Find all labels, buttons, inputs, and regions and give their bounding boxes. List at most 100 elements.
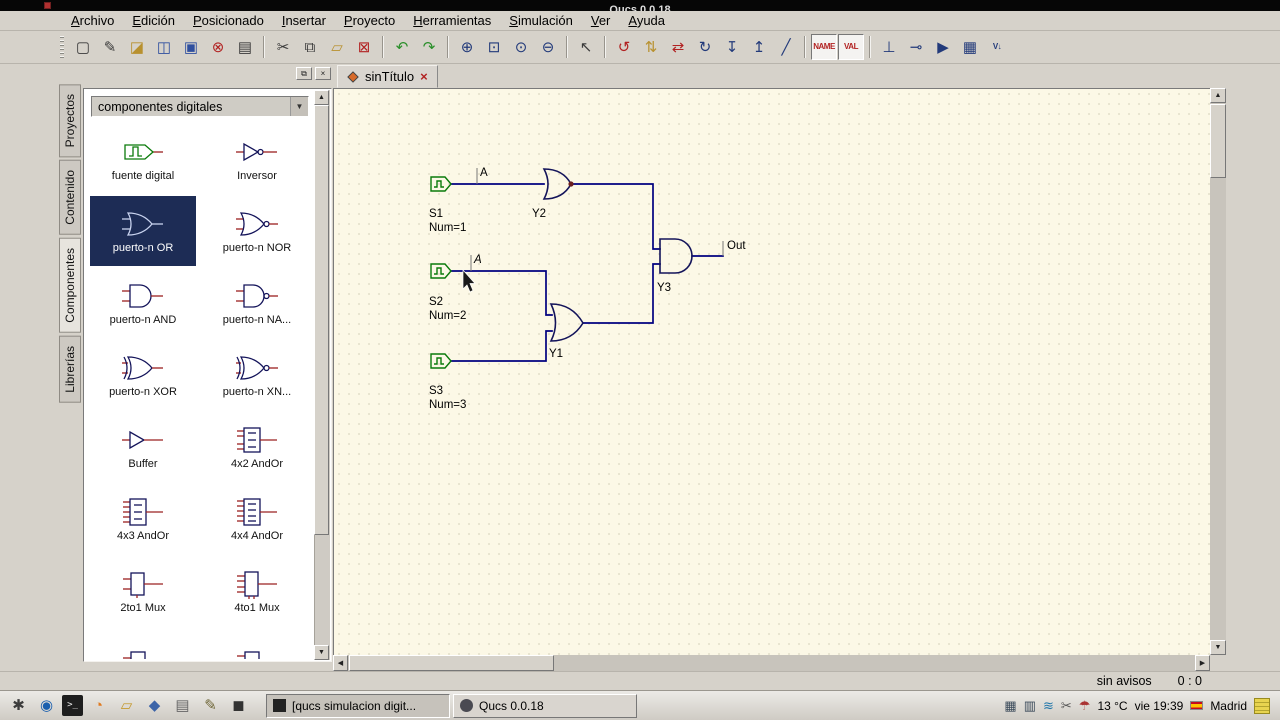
port-button[interactable]: ⊸ [903, 34, 929, 60]
palette-item-puerto-n-xnor[interactable]: puerto-n XN... [204, 340, 310, 410]
dock-float-icon[interactable]: ⧉ [296, 67, 312, 80]
cut-button[interactable]: ✂ [270, 34, 296, 60]
palette-item-puerto-n-nor[interactable]: puerto-n NOR [204, 196, 310, 266]
wires[interactable] [450, 183, 724, 362]
scroll-down-icon[interactable]: ▼ [1210, 640, 1226, 655]
digital-source-s3[interactable] [430, 353, 452, 369]
menu-posicionado[interactable]: Posicionado [184, 12, 273, 29]
digital-source-s1[interactable] [430, 176, 452, 192]
network-tray-icon[interactable]: ≋ [1043, 699, 1054, 712]
node-label-a1[interactable]: A [480, 167, 488, 179]
palette-item-puerto-n-and[interactable]: puerto-n AND [90, 268, 196, 338]
firefox-icon[interactable]: ◔ [86, 693, 111, 718]
gate-label-y2[interactable]: Y2 [532, 208, 546, 220]
print-button[interactable]: ▤ [232, 34, 258, 60]
display-settings-tray-icon[interactable]: ▥ [1024, 699, 1036, 712]
save-button[interactable]: ◫ [151, 34, 177, 60]
scroll-up-icon[interactable]: ▲ [314, 90, 329, 105]
horizontal-scroll-thumb[interactable] [349, 655, 554, 671]
digital-source-s2[interactable] [430, 263, 452, 279]
weather-tray-icon[interactable]: ☂ [1079, 699, 1091, 712]
tab-librerias[interactable]: Librerías [59, 335, 81, 403]
palette-scroll-thumb[interactable] [314, 105, 329, 535]
delete-button[interactable]: ⊠ [351, 34, 377, 60]
palette-item-clipped[interactable] [204, 628, 310, 659]
menu-ver[interactable]: Ver [582, 12, 620, 29]
component-category-select[interactable]: componentes digitales ▼ [91, 96, 309, 117]
palette-item-4x4-andor[interactable]: 4x4 AndOr [204, 484, 310, 554]
source-name[interactable]: S2 [429, 296, 443, 308]
palette-item-4x3-andor[interactable]: 4x3 AndOr [90, 484, 196, 554]
palette-item-4to1-mux[interactable]: 4to1 Mux [204, 556, 310, 626]
undo-button[interactable]: ↶ [389, 34, 415, 60]
schematic-canvas[interactable]: A A Out S1 Num=1 S2 Num=2 S3 Num=3 Y2 Y1… [333, 88, 1210, 655]
node-label-a2[interactable]: A [473, 254, 482, 266]
gate-label-y3[interactable]: Y3 [657, 282, 671, 294]
tab-proyectos[interactable]: Proyectos [59, 84, 81, 158]
tab-contenido[interactable]: Contenido [59, 160, 81, 236]
palette-item-puerto-n-or[interactable]: puerto-n OR [90, 196, 196, 266]
simulate-button[interactable]: ▶ [930, 34, 956, 60]
clipboard-tray-icon[interactable]: ✂ [1061, 699, 1072, 712]
mirror-y-button[interactable]: ⇄ [665, 34, 691, 60]
zoom-out-button[interactable]: ⊖ [535, 34, 561, 60]
ground-button[interactable]: ⊥ [876, 34, 902, 60]
mirror-x-button[interactable]: ⇅ [638, 34, 664, 60]
new-document-button[interactable]: ▢ [70, 34, 96, 60]
zoom-window-button[interactable]: ⊡ [481, 34, 507, 60]
palette-item-buffer[interactable]: Buffer [90, 412, 196, 482]
vertical-scrollbar[interactable]: ▲ ▼ [1210, 88, 1226, 655]
gates[interactable] [542, 168, 693, 342]
k-menu-icon[interactable]: ✱ [6, 693, 31, 718]
palette-item-2to1-mux[interactable]: 2to1 Mux [90, 556, 196, 626]
close-file-button[interactable]: ⊗ [205, 34, 231, 60]
show-names-toggle[interactable]: NAME [811, 34, 837, 60]
palette-item-puerto-n-xor[interactable]: puerto-n XOR [90, 340, 196, 410]
zoom-actual-button[interactable]: ⊙ [508, 34, 534, 60]
probe-button[interactable]: V↓ [984, 34, 1010, 60]
scroll-up-icon[interactable]: ▲ [1210, 88, 1226, 103]
menu-archivo[interactable]: Archivo [62, 12, 123, 29]
open-file-button[interactable]: ◪ [124, 34, 150, 60]
paste-button[interactable]: ▱ [324, 34, 350, 60]
pop-out-button[interactable]: ↥ [746, 34, 772, 60]
draw-tool-icon[interactable]: ✎ [198, 693, 223, 718]
media-player-icon[interactable]: ◼ [226, 693, 251, 718]
display-data-button[interactable]: ▦ [957, 34, 983, 60]
save-all-button[interactable]: ▣ [178, 34, 204, 60]
source-value[interactable]: Num=1 [429, 222, 466, 234]
palette-item-puerto-n-nand[interactable]: puerto-n NA... [204, 268, 310, 338]
menu-edicion[interactable]: Edición [123, 12, 184, 29]
task-button-qucs[interactable]: Qucs 0.0.18 [453, 693, 637, 718]
show-values-toggle[interactable]: VAL [838, 34, 864, 60]
vertical-scroll-thumb[interactable] [1210, 104, 1226, 178]
display-tray-icon[interactable]: ▦ [1004, 699, 1016, 712]
palette-scrollbar[interactable]: ▲ ▼ [314, 90, 330, 660]
file-manager-icon[interactable]: ▱ [114, 693, 139, 718]
zoom-in-button[interactable]: ⊕ [454, 34, 480, 60]
source-name[interactable]: S1 [429, 208, 443, 220]
document-tab[interactable]: sinTítulo × [337, 65, 438, 88]
terminal-icon[interactable]: >_ [62, 695, 83, 716]
palette-item-inversor[interactable]: Inversor [204, 124, 310, 194]
task-button-qucs-video[interactable]: [qucs simulacion digit... [266, 693, 450, 718]
notes-icon[interactable] [1254, 697, 1270, 714]
tab-componentes[interactable]: Componentes [59, 238, 81, 333]
settings-icon[interactable]: ◆ [142, 693, 167, 718]
scroll-left-icon[interactable]: ◀ [333, 655, 348, 671]
clock[interactable]: vie 19:39 [1135, 699, 1184, 713]
source-value[interactable]: Num=2 [429, 310, 466, 322]
copy-button[interactable]: ⧉ [297, 34, 323, 60]
palette-item-fuente-digital[interactable]: fuente digital [90, 124, 196, 194]
push-into-button[interactable]: ↧ [719, 34, 745, 60]
chevron-down-icon[interactable]: ▼ [290, 97, 308, 116]
scroll-right-icon[interactable]: ▶ [1195, 655, 1210, 671]
location-label[interactable]: Madrid [1210, 699, 1247, 713]
tab-close-icon[interactable]: × [420, 70, 428, 83]
menu-herramientas[interactable]: Herramientas [404, 12, 500, 29]
rotate-ccw-button[interactable]: ↺ [611, 34, 637, 60]
gate-label-y1[interactable]: Y1 [549, 348, 563, 360]
select-button[interactable]: ↖ [573, 34, 599, 60]
web-browser-icon[interactable]: ◉ [34, 693, 59, 718]
toolbar-grip[interactable] [60, 36, 64, 58]
